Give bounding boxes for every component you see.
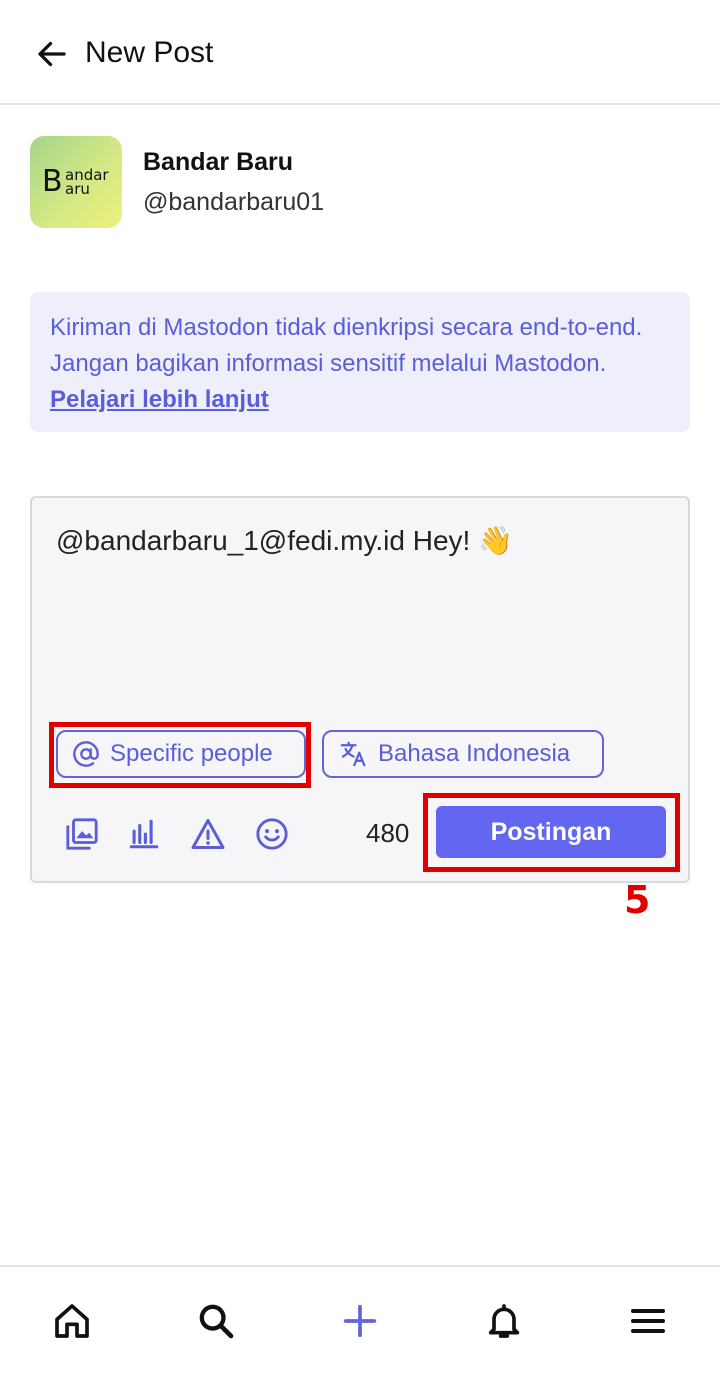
visibility-label: Specific people: [110, 740, 273, 767]
at-sign-icon: [73, 741, 99, 767]
bell-icon: [488, 1304, 520, 1338]
nav-menu[interactable]: [624, 1297, 672, 1345]
language-label: Bahasa Indonesia: [378, 740, 571, 767]
bottom-navigation: [0, 1265, 720, 1374]
notice-text: Kiriman di Mastodon tidak dienkripsi sec…: [50, 314, 643, 377]
emoji-button[interactable]: [252, 814, 292, 854]
home-icon: [55, 1304, 89, 1338]
poll-icon: [129, 819, 159, 849]
add-media-button[interactable]: [62, 814, 102, 854]
encryption-notice: Kiriman di Mastodon tidak dienkripsi sec…: [30, 292, 690, 432]
translate-icon: [340, 741, 366, 767]
account-handle: @bandarbaru01: [143, 188, 325, 216]
page-title: New Post: [85, 36, 214, 69]
add-poll-button[interactable]: [124, 814, 164, 854]
back-button[interactable]: [28, 30, 76, 78]
post-text-input[interactable]: @bandarbaru_1@fedi.my.id Hey! 👋: [56, 524, 513, 557]
warning-icon: [191, 819, 225, 849]
compose-box: @bandarbaru_1@fedi.my.id Hey! 👋 Specific…: [30, 496, 690, 883]
plus-icon: [343, 1304, 377, 1338]
nav-new-post[interactable]: [336, 1297, 384, 1345]
nav-notifications[interactable]: [480, 1297, 528, 1345]
arrow-left-icon: [38, 41, 66, 67]
menu-icon: [631, 1309, 665, 1333]
learn-more-link[interactable]: Pelajari lebih lanjut: [50, 386, 269, 413]
nav-home[interactable]: [48, 1297, 96, 1345]
search-icon: [199, 1304, 234, 1339]
step-number: 5: [624, 878, 651, 922]
nav-search[interactable]: [192, 1297, 240, 1345]
display-name: Bandar Baru: [143, 148, 294, 176]
language-button[interactable]: Bahasa Indonesia: [322, 730, 604, 778]
avatar: B andar aru: [30, 136, 122, 228]
emoji-icon: [256, 818, 288, 850]
content-warning-button[interactable]: [188, 814, 228, 854]
post-button[interactable]: Postingan: [436, 806, 666, 858]
character-counter: 480: [366, 818, 410, 848]
image-icon: [66, 818, 98, 850]
visibility-button[interactable]: Specific people: [56, 730, 306, 778]
top-bar: New Post: [0, 0, 720, 105]
